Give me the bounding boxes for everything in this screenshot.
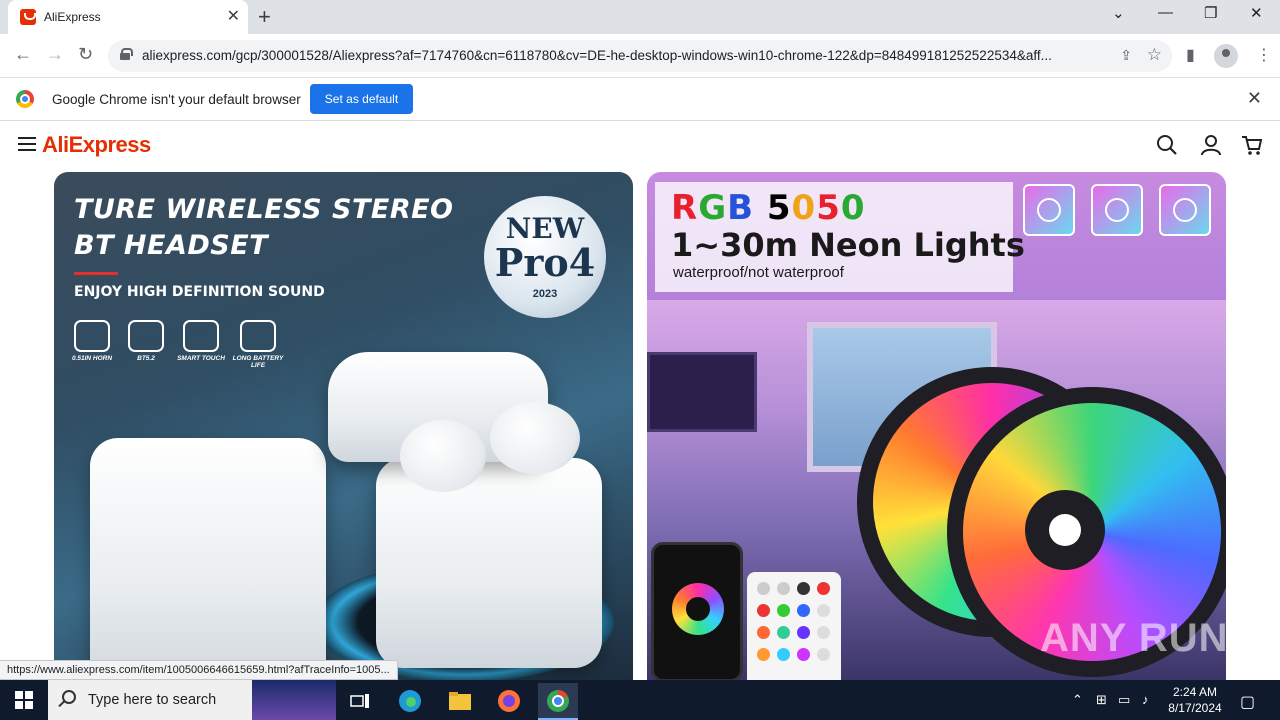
feature-label: 0.51IN HORN [71, 355, 113, 362]
profile-avatar[interactable] [1214, 44, 1238, 68]
tab-title: AliExpress [44, 10, 101, 24]
color-wheel-icon [672, 583, 724, 635]
banner2-rgb-text: RGB 5050 [671, 188, 866, 228]
feature-bt: BT5.2 [116, 320, 176, 362]
earbud-left [400, 420, 486, 492]
feature-label: BT5.2 [137, 355, 155, 362]
close-window-button[interactable]: ✕ [1250, 4, 1263, 22]
earbud-case-closed [90, 438, 326, 680]
feature-horn: 0.51IN HORN [62, 320, 122, 362]
new-tab-button[interactable]: + [258, 4, 271, 30]
rgb-char: G [698, 188, 728, 228]
reload-button[interactable]: ↻ [78, 44, 93, 65]
aliexpress-favicon-icon [20, 9, 36, 25]
windows-taskbar: Type here to search ⌃ ⊞ ▭ ♪ 2:24 AM 8/17… [0, 680, 1280, 720]
show-hidden-icons-chevron[interactable]: ⌃ [1072, 692, 1083, 708]
new-pro4-badge: NEW Pro4 2023 [484, 196, 606, 318]
bookmark-star-icon[interactable]: ☆ [1147, 45, 1162, 65]
clock-date: 8/17/2024 [1168, 701, 1222, 715]
taskbar-search-box[interactable]: Type here to search [48, 680, 336, 720]
side-panel-icon[interactable]: ▮ [1186, 45, 1195, 65]
menu-kebab-icon[interactable]: ⋮ [1256, 45, 1272, 65]
rgb-char: 5 [766, 188, 792, 228]
banner1-divider [74, 272, 118, 275]
earbud-right [490, 402, 580, 474]
windows-start-icon[interactable] [15, 691, 33, 709]
feature-label: LONG BATTERY LIFE [232, 355, 284, 369]
search-highlight-art [252, 680, 336, 720]
room-tv [647, 352, 757, 432]
rgb-char: 0 [791, 188, 817, 228]
minimize-button[interactable]: — [1158, 4, 1173, 21]
search-icon [62, 690, 76, 704]
chrome-taskbar-icon[interactable] [538, 683, 578, 720]
battery-icon [240, 320, 276, 352]
feature-battery: LONG BATTERY LIFE [228, 320, 288, 369]
status-bar-url: https://www.aliexpress.com/item/10050066… [0, 660, 398, 680]
earbud-case-open [376, 458, 602, 668]
remote-control-graphic [747, 572, 841, 680]
aliexpress-logo[interactable]: AliExpress [42, 132, 151, 158]
tab-close-button[interactable]: ✕ [227, 6, 240, 26]
forward-button[interactable]: → [46, 44, 64, 65]
chrome-logo-icon [16, 90, 34, 108]
phone-vibrate-icon [128, 320, 164, 352]
volume-icon[interactable]: ♪ [1142, 692, 1149, 707]
brightness-icon [1023, 184, 1075, 236]
banner2-subline: waterproof/not waterproof [673, 264, 844, 281]
feature-touch: SMART TOUCH [171, 320, 231, 362]
rgb-char: 5 [816, 188, 841, 228]
anyrun-watermark: ANY RUN [1040, 616, 1229, 660]
address-bar[interactable]: aliexpress.com/gcp/300001528/Aliexpress?… [108, 40, 1172, 72]
tab-search-button[interactable]: ⌄ [1112, 4, 1125, 22]
set-as-default-button[interactable]: Set as default [310, 84, 413, 114]
default-browser-infobar: Google Chrome isn't your default browser… [0, 78, 1280, 121]
account-icon[interactable] [1200, 134, 1222, 156]
led-reel-hub [1025, 490, 1105, 570]
clock-time: 2:24 AM [1172, 685, 1218, 699]
taskbar-search-placeholder: Type here to search [88, 692, 217, 708]
badge-year-text: 2023 [532, 288, 558, 300]
feature-label: SMART TOUCH [177, 355, 225, 362]
tab-aliexpress[interactable]: AliExpress ✕ [8, 0, 248, 34]
rgb-char: 0 [840, 188, 866, 228]
menu-icon[interactable] [18, 137, 36, 151]
url-text[interactable]: aliexpress.com/gcp/300001528/Aliexpress?… [142, 48, 1102, 63]
speaker-icon [74, 320, 110, 352]
notifications-icon[interactable]: ▢ [1240, 692, 1255, 712]
task-view-icon[interactable] [340, 685, 380, 717]
infobar-message: Google Chrome isn't your default browser [52, 92, 301, 107]
banner1-subline: ENJOY HIGH DEFINITION SOUND [74, 284, 325, 300]
taskbar-clock[interactable]: 2:24 AM 8/17/2024 [1160, 684, 1230, 716]
share-icon[interactable]: ⇪ [1120, 47, 1132, 64]
firefox-icon[interactable] [489, 685, 529, 717]
diy-icon [1091, 184, 1143, 236]
lock-icon[interactable] [120, 48, 133, 60]
infobar-close-button[interactable]: ✕ [1247, 88, 1262, 109]
product-banner-earbuds[interactable]: TURE WIRELESS STEREO BT HEADSET ENJOY HI… [54, 172, 633, 680]
edge-icon[interactable] [390, 685, 430, 717]
badge-model-text: Pro4 [494, 240, 596, 285]
rgb-char: B [727, 188, 755, 228]
phone-app-graphic [651, 542, 743, 680]
cart-icon[interactable] [1241, 134, 1263, 156]
network-icon[interactable]: ▭ [1118, 692, 1130, 708]
network-icon[interactable]: ⊞ [1096, 692, 1107, 708]
rgb-char: R [671, 188, 699, 228]
touch-icon [183, 320, 219, 352]
file-explorer-icon[interactable] [440, 685, 480, 717]
browser-toolbar: ← → ↻ aliexpress.com/gcp/300001528/Aliex… [0, 34, 1280, 78]
back-button[interactable]: ← [14, 44, 32, 65]
banner2-headline: 1~30m Neon Lights [671, 226, 1025, 264]
tab-strip: AliExpress ✕ + ⌄ — ❐ ✕ [0, 0, 1280, 34]
search-icon[interactable] [1156, 134, 1178, 156]
timer-icon [1159, 184, 1211, 236]
banner1-headline-2: BT HEADSET [74, 230, 269, 261]
rgb-char [754, 188, 767, 228]
banner1-headline-1: TURE WIRELESS STEREO [74, 194, 454, 225]
restore-button[interactable]: ❐ [1204, 4, 1217, 22]
product-banner-led-strip[interactable]: RGB 5050 1~30m Neon Lights waterproof/no… [647, 172, 1226, 680]
site-header: AliExpress [0, 122, 1280, 170]
